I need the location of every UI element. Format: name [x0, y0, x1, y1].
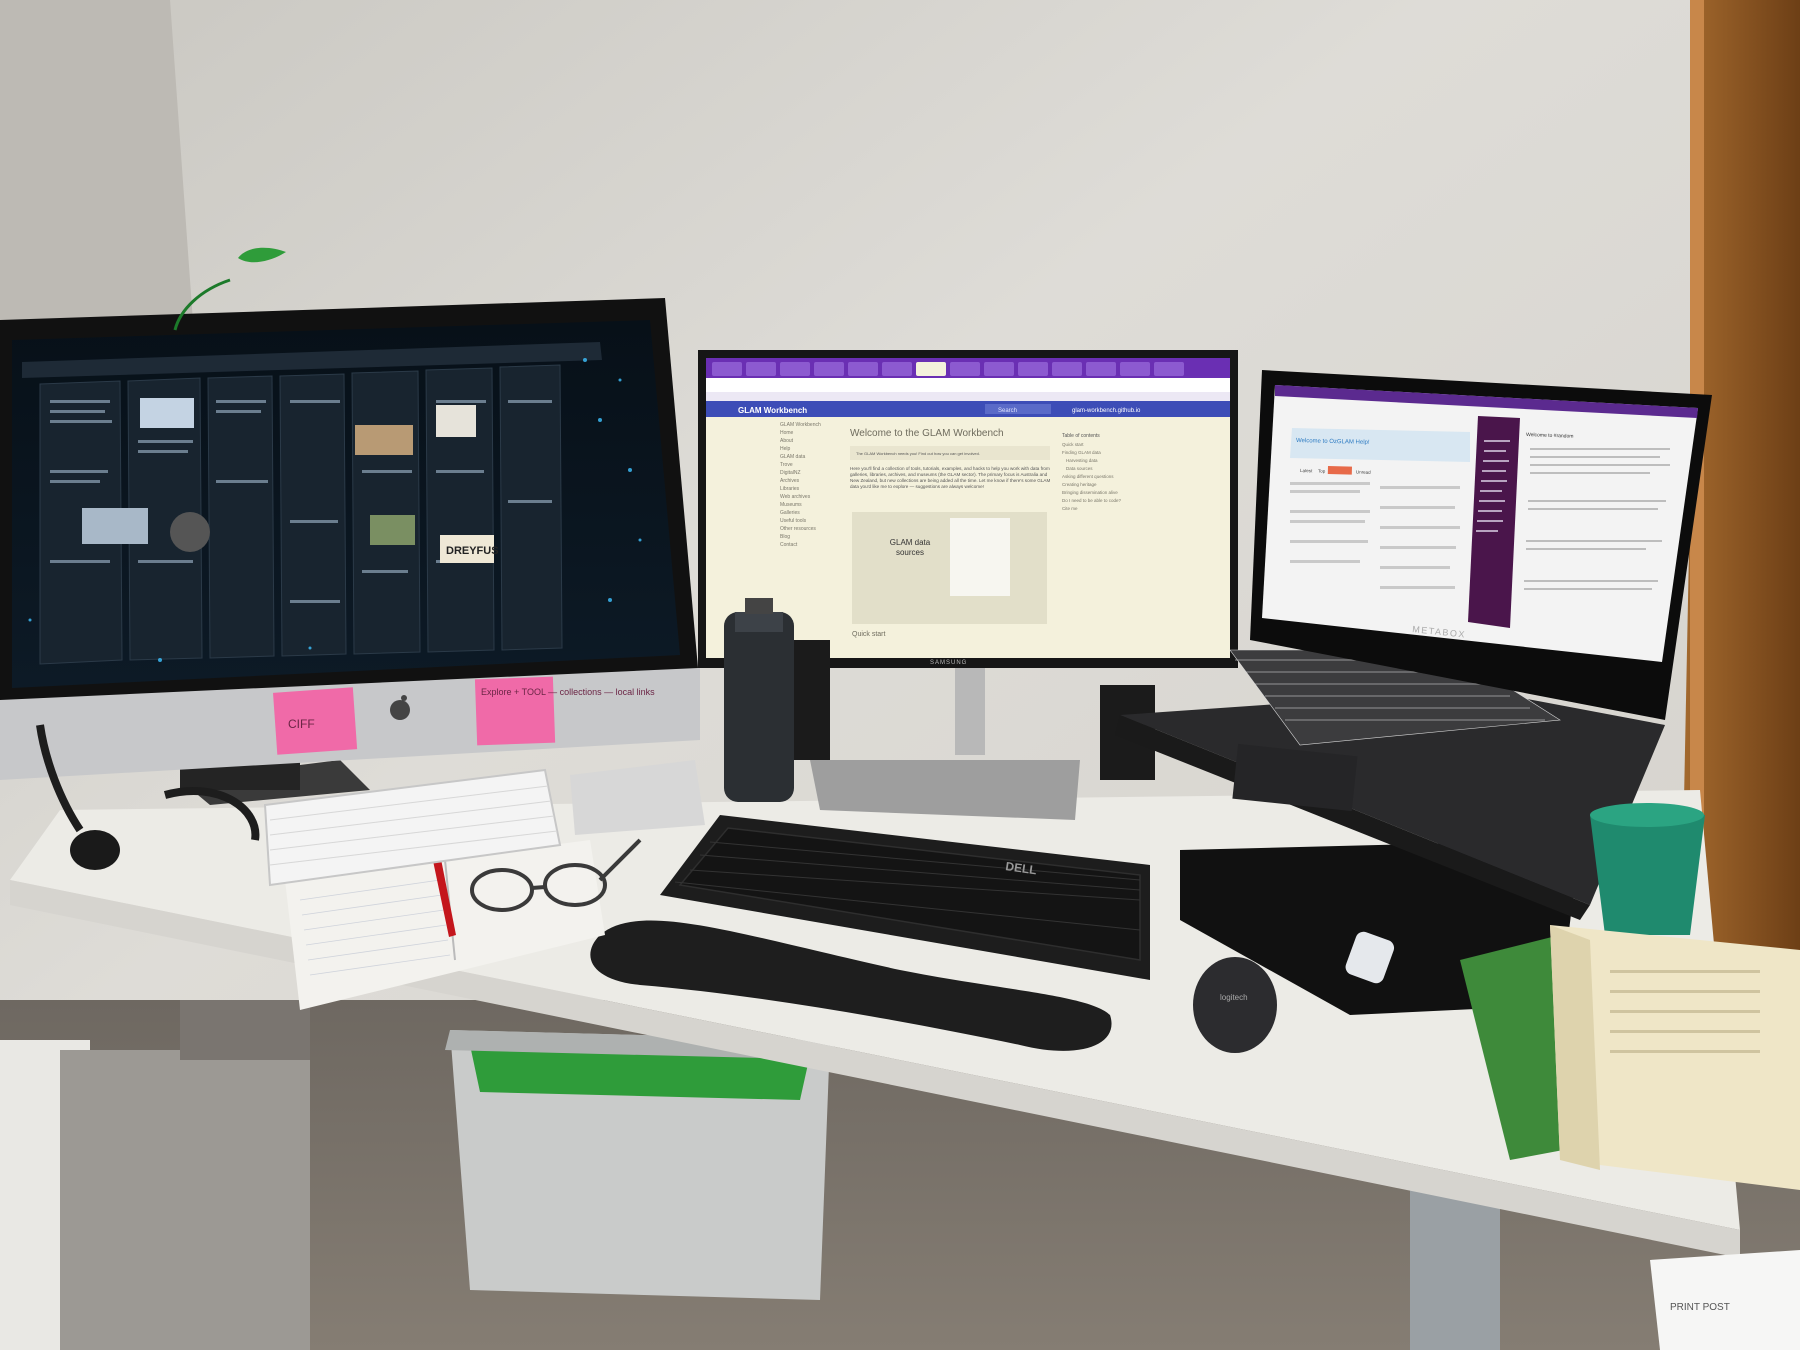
sticky-note-text: CIFF [288, 717, 315, 731]
storage-tub [445, 1030, 840, 1300]
quick-start-heading: Quick start [852, 631, 886, 638]
dashboard-tile-dreyfus-text: DREYFUS [446, 545, 499, 557]
monitor-brand: SAMSUNG [930, 660, 967, 666]
dashboard-image [140, 398, 194, 428]
forum-tab[interactable]: Latest [1300, 468, 1313, 473]
forum-tab[interactable]: Unread [1356, 469, 1371, 474]
sidebar-item[interactable]: DigitalNZ [780, 470, 801, 476]
toc-item[interactable]: Quick start [1062, 442, 1084, 447]
sidebar-item[interactable]: Archives [780, 478, 800, 484]
sidebar-item[interactable]: Other resources [780, 526, 816, 532]
forum-tab-active [1327, 466, 1352, 475]
repo-link[interactable]: glam-workbench.github.io [1072, 408, 1141, 414]
side-trolley [0, 1000, 310, 1350]
desk-leg [1410, 1190, 1500, 1350]
sidebar-item[interactable]: Help [780, 446, 791, 452]
toc-item[interactable]: Data sources [1066, 466, 1093, 471]
headset-earpiece [70, 830, 120, 870]
sidebar-item[interactable]: Trove [780, 462, 793, 468]
speaker [790, 640, 830, 760]
sidebar-item[interactable]: GLAM data [780, 454, 806, 460]
dashboard-image [82, 508, 148, 544]
sidebar-item[interactable]: Libraries [780, 486, 800, 492]
sidebar-item[interactable]: About [780, 438, 794, 444]
toc-item[interactable]: Asking different questions [1062, 474, 1114, 479]
intro-paragraph: Here you'll find a collection of tools, … [850, 466, 1051, 489]
water-bottle [724, 598, 794, 802]
sidebar-item[interactable]: Blog [780, 534, 790, 540]
page-heading: Welcome to the GLAM Workbench [850, 428, 1004, 439]
slide-document-thumbnail [950, 518, 1010, 596]
address-bar[interactable] [706, 378, 1230, 392]
sidebar-item[interactable]: Contact [780, 542, 798, 548]
toc-item[interactable]: Finding GLAM data [1062, 450, 1101, 455]
forum-tab[interactable]: Top [1318, 468, 1326, 473]
dashboard-image [170, 512, 210, 552]
toc-item[interactable]: Cite me [1062, 506, 1078, 511]
sidebar-item[interactable]: Galleries [780, 510, 800, 516]
slide-title: GLAM data sources [889, 538, 931, 557]
search-input[interactable] [985, 404, 1051, 414]
imac: DREYFUS CIFF Explore + TOOL — collection… [0, 247, 700, 805]
sticky-note-text: Explore + TOOL — collections — local lin… [481, 687, 655, 697]
desk-photo-scene: DREYFUS CIFF Explore + TOOL — collection… [0, 0, 1800, 1350]
sidebar-item[interactable]: Useful tools [780, 518, 807, 524]
mouse-brand: logitech [1220, 993, 1248, 1002]
dashboard-image [355, 425, 413, 455]
sidebar-item[interactable]: GLAM Workbench [780, 422, 821, 428]
cup [1590, 803, 1705, 935]
site-title[interactable]: GLAM Workbench [738, 406, 807, 415]
search-placeholder: Search [998, 408, 1017, 414]
toc-item[interactable]: Harvesting data [1066, 458, 1098, 463]
book-stack [1460, 925, 1800, 1190]
sidebar-item[interactable]: Home [780, 430, 794, 436]
notice-text: The GLAM Workbench needs you! Find out h… [856, 451, 980, 456]
sticky-note: CIFF [273, 687, 358, 755]
dashboard-image [370, 515, 415, 545]
print-post-label: PRINT POST [1670, 1302, 1730, 1313]
sidebar-item[interactable]: Web archives [780, 494, 811, 500]
toc-item[interactable]: Do I need to be able to code? [1062, 498, 1122, 503]
forum-banner [1290, 428, 1470, 462]
sidebar-item[interactable]: Museums [780, 502, 802, 508]
toc-item[interactable]: Bringing dissemination alive [1062, 490, 1118, 495]
print-post-box: PRINT POST [1650, 1250, 1800, 1350]
toc-item[interactable]: Creating heritage [1062, 482, 1097, 487]
dashboard-image [436, 405, 476, 437]
toc-title: Table of contents [1062, 433, 1100, 439]
logitech-mouse: logitech [1193, 957, 1277, 1053]
bookmarks-bar [706, 392, 1230, 401]
